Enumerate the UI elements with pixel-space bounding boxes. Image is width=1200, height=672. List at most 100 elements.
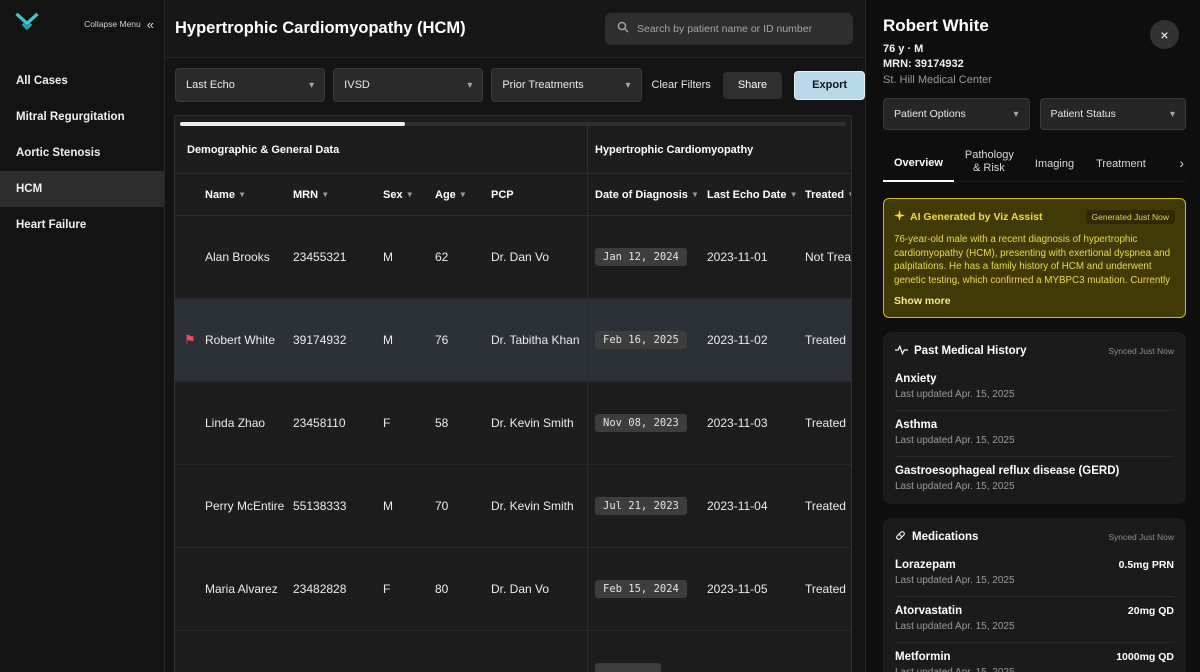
table-row[interactable]: Alan Brooks 23455321 M 62 Dr. Dan Vo Jan… (175, 216, 852, 299)
sidebar-item-heart-failure[interactable]: Heart Failure (0, 207, 164, 243)
medication-updated: Last updated Apr. 15, 2025 (895, 575, 1174, 586)
history-item-title: Anxiety (895, 373, 1174, 385)
chevron-down-icon: ▾ (625, 80, 630, 91)
filter-ivsd[interactable]: IVSD ▾ (333, 68, 483, 102)
column-label: Last Echo Date (707, 189, 786, 201)
cell-last-echo-date: 2023-11-04 (707, 465, 805, 547)
flag-cell (175, 216, 205, 298)
sidebar-item-all-cases[interactable]: All Cases (0, 63, 164, 99)
history-item-updated: Last updated Apr. 15, 2025 (895, 435, 1174, 446)
column-header-treated[interactable]: Treated ▾ (805, 174, 852, 215)
tab-treatment[interactable]: Treatment (1085, 158, 1157, 181)
column-header-pcp[interactable]: PCP (491, 174, 587, 215)
cell-pcp: Dr. Kevin Smith (491, 382, 587, 464)
table-row[interactable]: Linda Zhao 23458110 F 58 Dr. Kevin Smith… (175, 382, 852, 465)
history-item-title: Gastroesophageal reflux disease (GERD) (895, 465, 1174, 477)
column-label: Date of Diagnosis (595, 189, 688, 201)
cell-name: Maria Alvarez (205, 548, 293, 630)
sidebar-item-mitral-regurgitation[interactable]: Mitral Regurgitation (0, 99, 164, 135)
chevron-down-icon: ▾ (467, 80, 472, 91)
column-header-name[interactable]: Name ▾ (205, 174, 293, 215)
patient-status-label: Patient Status (1051, 108, 1116, 120)
column-label: Treated (805, 189, 844, 201)
filter-prior-treatments[interactable]: Prior Treatments ▾ (491, 68, 641, 102)
date-badge (595, 663, 661, 672)
cell-date-of-diagnosis: Feb 16, 2025 (587, 299, 707, 381)
date-badge: Jul 21, 2023 (595, 497, 687, 515)
cell-age: 76 (435, 299, 491, 381)
tab-pathology-risk[interactable]: Pathology & Risk (954, 149, 1024, 182)
flag-cell (175, 548, 205, 630)
cell-mrn: 55138333 (293, 465, 383, 547)
tab-overview[interactable]: Overview (883, 157, 954, 182)
table-group-header: Demographic & General Data Hypertrophic … (175, 126, 852, 174)
cell-treated: Not Treated (805, 216, 852, 298)
tabs-scroll-right-icon[interactable]: › (1177, 155, 1186, 181)
collapse-menu-label[interactable]: Collapse Menu (84, 19, 141, 29)
pill-icon (895, 528, 906, 546)
table-row[interactable]: Maria Alvarez 23482828 F 80 Dr. Dan Vo F… (175, 548, 852, 631)
table-column-header-row: Name ▾ MRN ▾ Sex ▾ Age ▾ (175, 174, 852, 216)
cell-treated: Treated (805, 548, 852, 630)
export-button[interactable]: Export (794, 71, 865, 100)
medication-updated: Last updated Apr. 15, 2025 (895, 621, 1174, 632)
filter-last-echo[interactable]: Last Echo ▾ (175, 68, 325, 102)
medication-dose: 1000mg QD (1116, 651, 1174, 663)
flag-cell (175, 382, 205, 464)
column-label: MRN (293, 189, 318, 201)
close-icon: × (1160, 27, 1168, 43)
page-title: Hypertrophic Cardiomyopathy (HCM) (175, 19, 466, 38)
show-more-link[interactable]: Show more (894, 295, 1175, 307)
past-medical-history-card: Past Medical History Synced Just Now Anx… (883, 332, 1186, 504)
search-icon (617, 20, 629, 38)
ai-summary-card: AI Generated by Viz Assist Generated Jus… (883, 198, 1186, 318)
sidebar-item-hcm[interactable]: HCM (0, 171, 164, 207)
column-label: Sex (383, 189, 403, 201)
cell-date-of-diagnosis: Nov 08, 2023 (587, 382, 707, 464)
medication-dose: 0.5mg PRN (1119, 559, 1174, 571)
table-row-partial[interactable] (175, 631, 852, 672)
search-input[interactable] (637, 23, 841, 35)
chevron-down-icon: ▾ (1170, 109, 1175, 120)
sort-chevron-icon: ▾ (240, 189, 244, 200)
sort-chevron-icon: ▾ (849, 189, 852, 200)
collapse-menu-icon[interactable]: « (147, 17, 154, 32)
cell-last-echo-date: 2023-11-05 (707, 548, 805, 630)
sort-chevron-icon: ▾ (791, 189, 795, 200)
column-header-date-of-diagnosis[interactable]: Date of Diagnosis ▾ (587, 174, 707, 215)
history-sync-status: Synced Just Now (1108, 346, 1174, 356)
cell-name: Alan Brooks (205, 216, 293, 298)
horizontal-scrollbar-thumb[interactable] (180, 122, 405, 126)
column-header-sex[interactable]: Sex ▾ (383, 174, 435, 215)
medication-item: Lorazepam 0.5mg PRN Last updated Apr. 15… (895, 551, 1174, 597)
column-header-age[interactable]: Age ▾ (435, 174, 491, 215)
table-inner: Demographic & General Data Hypertrophic … (175, 126, 852, 672)
patient-options-dropdown[interactable]: Patient Options ▾ (883, 98, 1030, 130)
tab-imaging[interactable]: Imaging (1024, 158, 1085, 181)
share-button[interactable]: Share (723, 72, 782, 99)
flag-cell: ⚑ (175, 299, 205, 381)
cell-last-echo-date: 2023-11-02 (707, 299, 805, 381)
cell-date-of-diagnosis (587, 631, 707, 672)
clear-filters-button[interactable]: Clear Filters (652, 79, 711, 91)
cell-age: 70 (435, 465, 491, 547)
column-header-mrn[interactable]: MRN ▾ (293, 174, 383, 215)
patient-status-dropdown[interactable]: Patient Status ▾ (1040, 98, 1187, 130)
patient-actions: Patient Options ▾ Patient Status ▾ (883, 98, 1186, 130)
sidebar-item-aortic-stenosis[interactable]: Aortic Stenosis (0, 135, 164, 171)
table-row[interactable]: Perry McEntire 55138333 M 70 Dr. Kevin S… (175, 465, 852, 548)
cell-date-of-diagnosis: Jan 12, 2024 (587, 216, 707, 298)
viz-logo-icon (14, 11, 40, 37)
ai-card-header: AI Generated by Viz Assist Generated Jus… (894, 208, 1175, 226)
column-header-last-echo-date[interactable]: Last Echo Date ▾ (707, 174, 805, 215)
patient-name: Robert White (883, 16, 1186, 36)
history-item: Gastroesophageal reflux disease (GERD) L… (895, 457, 1174, 502)
filter-last-echo-label: Last Echo (186, 79, 235, 91)
patient-table: Demographic & General Data Hypertrophic … (174, 115, 852, 672)
ai-generated-badge: Generated Just Now (1086, 210, 1175, 224)
close-panel-button[interactable]: × (1150, 20, 1179, 49)
cell-treated: Treated (805, 299, 852, 381)
sort-chevron-icon: ▾ (408, 189, 412, 200)
table-row-selected[interactable]: ⚑ Robert White 39174932 M 76 Dr. Tabitha… (175, 299, 852, 382)
cell-age: 58 (435, 382, 491, 464)
